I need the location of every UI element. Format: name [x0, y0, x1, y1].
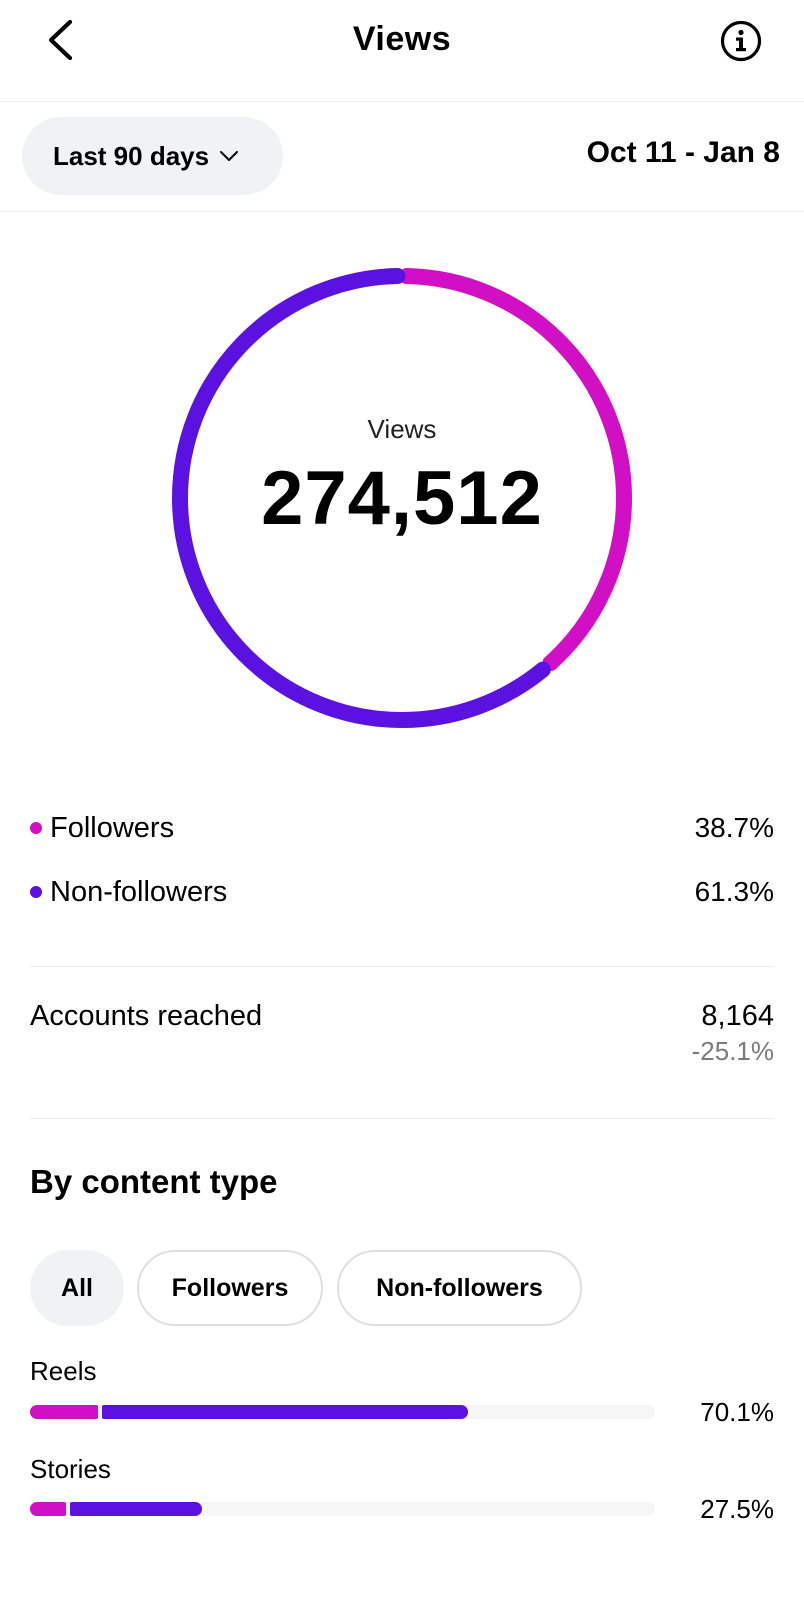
legend-value: 38.7%	[694, 812, 774, 843]
accounts-reached-label: Accounts reached	[30, 1000, 263, 1032]
section-title: By content type	[30, 1163, 278, 1200]
reels-bar	[30, 1405, 655, 1419]
chip-label: Non-followers	[376, 1273, 543, 1302]
chevron-down-icon	[219, 149, 239, 163]
legend-row-non-followers: Non-followers 61.3%	[30, 870, 774, 914]
reels-bar-non-followers-segment	[102, 1405, 469, 1419]
date-range-text: Oct 11 - Jan 8	[586, 136, 780, 169]
chip-followers[interactable]: Followers	[137, 1250, 323, 1326]
stories-bar	[30, 1502, 655, 1516]
chip-label: All	[61, 1273, 93, 1302]
filter-bar: Last 90 days Oct 11 - Jan 8	[0, 102, 804, 212]
info-button[interactable]	[718, 20, 764, 66]
legend-label: Non-followers	[50, 875, 228, 908]
chip-all[interactable]: All	[30, 1250, 124, 1326]
page-title: Views	[352, 20, 452, 58]
content-type-label-reels: Reels	[30, 1356, 97, 1386]
chip-non-followers[interactable]: Non-followers	[337, 1250, 582, 1326]
info-circle-icon	[720, 20, 762, 67]
stories-bar-followers-segment	[30, 1502, 66, 1516]
legend-row-followers: Followers 38.7%	[30, 806, 774, 850]
followers-dot-icon	[30, 822, 42, 834]
divider	[30, 966, 774, 967]
content-type-label-stories: Stories	[30, 1454, 111, 1484]
accounts-reached-change: -25.1%	[691, 1036, 774, 1066]
views-total: 274,512	[261, 456, 543, 541]
non-followers-dot-icon	[30, 886, 42, 898]
divider	[30, 1118, 774, 1119]
date-range-dropdown-label: Last 90 days	[53, 140, 210, 171]
accounts-reached-value: 8,164	[701, 1000, 774, 1032]
legend-value: 61.3%	[694, 876, 774, 907]
legend-label: Followers	[50, 811, 175, 844]
date-range-dropdown[interactable]: Last 90 days	[22, 117, 283, 195]
reels-bar-followers-segment	[30, 1405, 99, 1419]
top-bar: Views	[0, 0, 804, 102]
content-type-value-reels: 70.1%	[700, 1397, 774, 1427]
stories-bar-non-followers-segment	[69, 1502, 202, 1516]
chip-label: Followers	[171, 1273, 289, 1302]
content-type-value-stories: 27.5%	[700, 1494, 774, 1524]
donut-caption: Views	[367, 414, 437, 444]
